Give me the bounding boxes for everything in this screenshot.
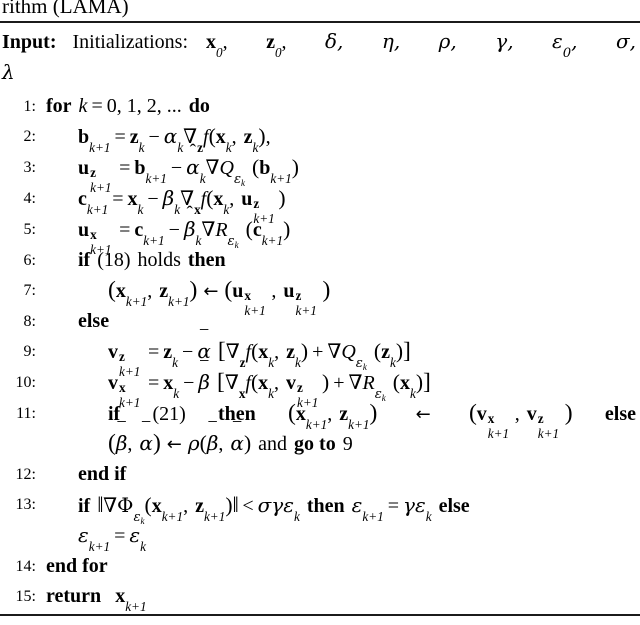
condition-ref-21: (21) <box>152 403 186 425</box>
line-number: 8: <box>23 313 36 330</box>
line-11-row-2: (β̅,α̅)←ρ(β̅,α̅)andgo to9 <box>108 430 353 456</box>
line-content: vzk+1=zk−α̅[∇zf(xk,zk)+∇Qεk(zk)] <box>108 338 411 379</box>
param-lambda: λ <box>2 60 15 84</box>
line-number: 13: <box>15 496 36 513</box>
line-number: 2: <box>23 128 36 145</box>
line-number: 5: <box>23 221 36 238</box>
line-content: if (21) then (xk+1, zk+1) ← (v x k+1, v z k+1)… <box>40 399 640 459</box>
keyword-for: for <box>46 95 72 117</box>
keyword-then: then <box>218 403 256 425</box>
loop-range: 0, 1, 2, ... <box>106 95 182 117</box>
line-13-row-2: εk+1 = εk <box>78 523 146 554</box>
algorithm-steps: 1: for k = 0, 1, 2, ... do 2: bk+1 = zk − αk∇zf(… <box>0 92 640 614</box>
param-eta: η, <box>381 29 401 53</box>
algorithm-line-5: 5: uxk+1=ck+1−β̂k∇Rεk(ck+1) <box>0 215 640 257</box>
line-content: return xk+1 <box>46 585 147 614</box>
param-z0: z0, <box>266 31 287 60</box>
keyword-else: else <box>438 495 470 517</box>
line-number: 3: <box>23 159 36 176</box>
line-content: end for <box>40 552 640 581</box>
line-content: if ‖∇Φεk(xk+1, zk+1)‖ < σγεk then εk+1 = γεk else… <box>40 490 640 554</box>
keyword-if: if <box>78 495 91 517</box>
algorithm-line-15: 15: return xk+1 <box>0 582 640 614</box>
input-initializations-label: Initializations: <box>72 31 189 53</box>
line-11-row-1: if (21) then (xk+1, zk+1) ← (v x k+1, v z k+1)… <box>108 400 636 441</box>
line-number: 12: <box>15 466 36 483</box>
bottom-rule <box>0 614 640 616</box>
condition-ref-18: (18) <box>97 249 131 271</box>
input-block: Input: Initializations: x0, z0, δ, η, ρ,… <box>2 26 638 88</box>
line-content: for k = 0, 1, 2, ... do <box>46 95 210 117</box>
line-number: 6: <box>23 252 36 269</box>
algorithm-line-12: 12: end if <box>0 460 640 489</box>
input-line-wrap: λ <box>2 57 638 88</box>
line-content: uxk+1=ck+1−β̂k∇Rεk(ck+1) <box>78 217 291 257</box>
keyword-else: else <box>604 403 636 425</box>
keyword-if: if <box>108 403 121 425</box>
algorithm-line-4: 4: ck+1 = xk − βk∇xf(xk, u z k+1) <box>0 184 640 226</box>
keyword-end-for: end for <box>46 555 108 577</box>
goto-target: 9 <box>342 433 353 455</box>
word-holds: holds <box>137 249 181 271</box>
algorithm-line-13: 13: if ‖∇Φεk(xk+1, zk+1)‖ < σγεk then εk+1 = γεk… <box>0 490 640 554</box>
line-number: 10: <box>15 374 36 391</box>
line-content: ck+1 = xk − βk∇xf(xk, u z k+1) <box>78 186 286 226</box>
param-sigma: σ, <box>615 29 636 53</box>
algorithm-line-2: 2: bk+1 = zk − αk∇zf(xk, zk), <box>0 122 640 155</box>
param-delta: δ, <box>325 29 344 53</box>
param-gamma: γ, <box>495 29 514 53</box>
line-content: bk+1 = zk − αk∇zf(xk, zk), <box>78 124 271 155</box>
keyword-end-if: end if <box>78 463 127 485</box>
param-x0: x0, <box>206 31 228 60</box>
param-rho: ρ, <box>438 29 457 53</box>
algorithm-block: rithm (LAMA) Input: Initializations: x0,… <box>0 0 640 625</box>
algorithm-line-10: 10: vxk+1=xk−β̅[∇xf(xk,vzk+1)+∇Rεk(xk)] <box>0 368 640 410</box>
param-epsilon0: ε0, <box>552 29 578 61</box>
keyword-else: else <box>78 310 110 332</box>
line-number: 15: <box>15 588 36 605</box>
algorithm-line-11: 11: if (21) then (xk+1, zk+1) ← (v x k+1, v z… <box>0 399 640 459</box>
word-and: and <box>258 433 288 455</box>
line-content: if (18) holds then <box>40 246 640 275</box>
line-number: 11: <box>16 405 36 422</box>
keyword-do: do <box>188 95 210 117</box>
line-content: end if <box>40 460 640 489</box>
line-13-row-1: if ‖∇Φεk(xk+1, zk+1)‖ < σγεk then εk+1 = γεk else <box>78 492 470 526</box>
line-number: 4: <box>23 190 36 207</box>
algorithm-line-6: 6: if (18) holds then <box>0 246 640 275</box>
top-rule <box>0 21 640 23</box>
input-line-primary: Input: Initializations: x0, z0, δ, η, ρ,… <box>2 26 638 61</box>
algorithm-line-1: 1: for k = 0, 1, 2, ... do <box>0 92 640 121</box>
line-content: (xk+1, zk+1) ← (u x k+1, u z k+1) <box>108 277 331 318</box>
line-number: 14: <box>15 558 36 575</box>
algorithm-line-9: 9: vzk+1=zk−α̅[∇zf(xk,zk)+∇Qεk(zk)] <box>0 337 640 379</box>
keyword-goto: go to <box>294 433 336 455</box>
line-number: 9: <box>23 343 36 360</box>
algorithm-line-3: 3: uzk+1=bk+1−α̂k∇Qεk(bk+1) <box>0 153 640 195</box>
algorithm-line-8: 8: else <box>0 307 640 336</box>
line-number: 7: <box>23 282 36 299</box>
line-content: else <box>40 307 640 336</box>
input-parameter-list: x0, z0, δ, η, ρ, γ, ε0, σ, <box>206 26 638 61</box>
algorithm-line-7: 7: (xk+1, zk+1) ← (u x k+1, u z k+1) <box>0 276 640 318</box>
line-number: 1: <box>23 98 36 115</box>
algorithm-title: rithm (LAMA) <box>2 0 129 18</box>
keyword-then: then <box>306 495 345 517</box>
algorithm-line-14: 14: end for <box>0 552 640 581</box>
keyword-then: then <box>187 249 226 271</box>
input-label: Input: <box>2 31 57 53</box>
keyword-return: return <box>46 585 102 607</box>
line-content: uzk+1=bk+1−α̂k∇Qεk(bk+1) <box>78 155 299 195</box>
keyword-if: if <box>78 249 91 271</box>
line-content: vxk+1=xk−β̅[∇xf(xk,vzk+1)+∇Rεk(xk)] <box>108 369 431 410</box>
